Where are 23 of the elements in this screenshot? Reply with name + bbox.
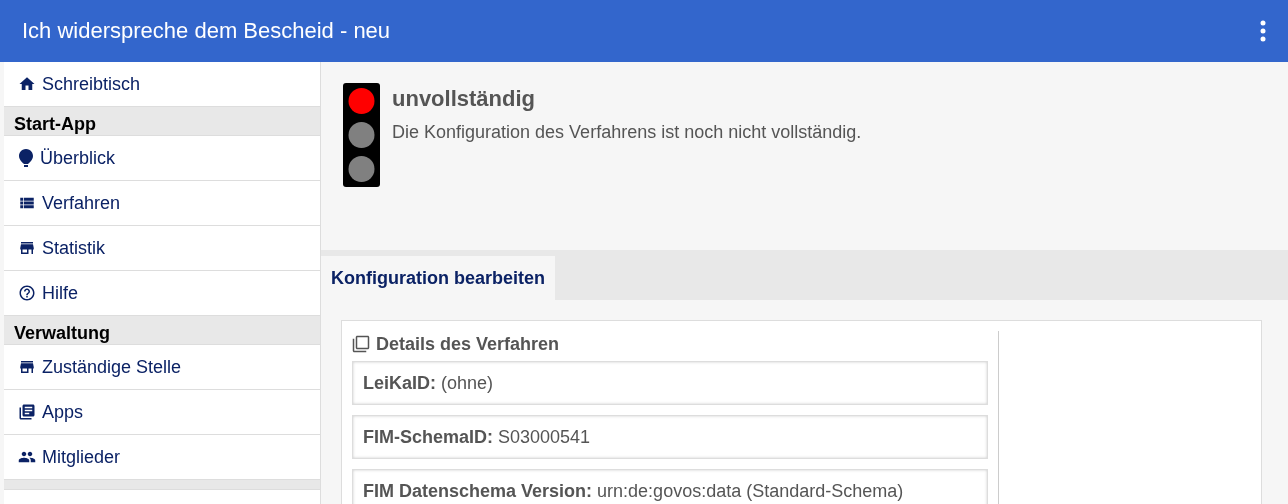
menu-icon: [18, 403, 36, 421]
menu-icon: [18, 284, 36, 302]
section-heading: Start-App: [4, 107, 320, 136]
menu-icon: [18, 75, 36, 93]
more-menu-icon[interactable]: [1260, 20, 1266, 42]
sidebar-item[interactable]: Verfahren: [4, 181, 320, 226]
card-title: Details des Verfahren: [376, 333, 560, 355]
sidebar-item[interactable]: Überblick: [4, 136, 320, 181]
detail-field: FIM-SchemaID: S03000541: [352, 415, 988, 459]
detail-field: LeiKaID: (ohne): [352, 361, 988, 405]
balloon-icon: [18, 149, 34, 167]
status-title: unvollständig: [392, 86, 536, 112]
copy-icon: [352, 335, 370, 353]
status-message: Die Konfiguration des Verfahrens ist noch nicht vollständig.: [392, 122, 862, 143]
section-heading: Verwaltung: [4, 316, 320, 345]
tab[interactable]: Konfiguration bearbeiten: [321, 256, 555, 300]
detail-field: FIM Datenschema Version: urn:de:govos:data (Standard-Schema): [352, 469, 988, 504]
sidebar-item[interactable]: Zuständige Stelle: [4, 345, 320, 390]
app-title: Ich widerspreche dem Bescheid - neu: [22, 18, 391, 44]
sidebar-item[interactable]: Statistik: [4, 226, 320, 271]
menu-icon: [18, 358, 36, 376]
menu-icon: [18, 239, 36, 257]
sidebar-item[interactable]: Apps: [4, 390, 320, 435]
